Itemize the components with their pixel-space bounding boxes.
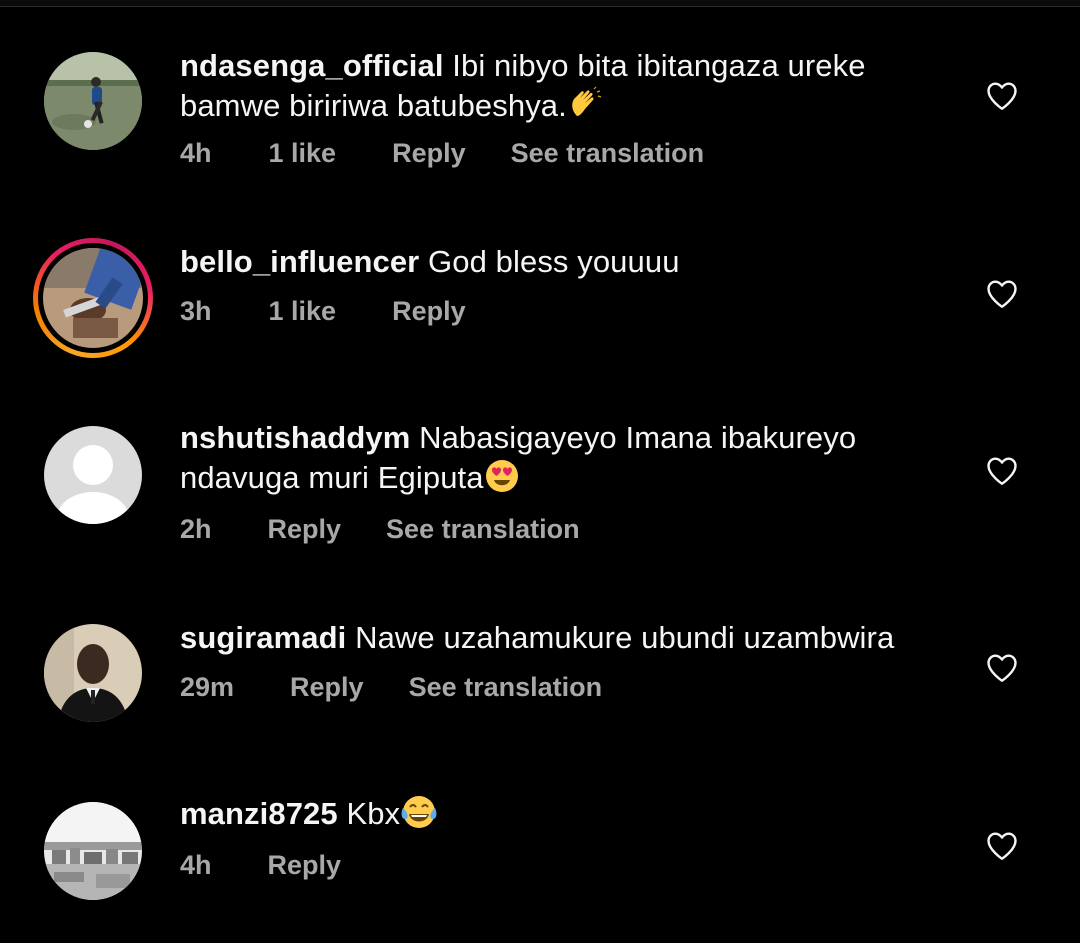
timestamp: 3h bbox=[180, 296, 212, 326]
timestamp: 2h bbox=[180, 514, 212, 544]
timestamp: 4h bbox=[180, 138, 212, 168]
avatar-image bbox=[43, 248, 143, 348]
comment-body: Nawe uzahamukure ubundi uzambwira bbox=[355, 620, 895, 655]
comment-item: manzi8725 Kbx 4h Reply bbox=[0, 760, 1080, 943]
timestamp: 29m bbox=[180, 672, 235, 702]
like-count[interactable]: 1 like bbox=[269, 138, 337, 169]
comment-text: ndasenga_official Ibi nibyo bita ibitang… bbox=[180, 46, 940, 132]
avatar-default[interactable] bbox=[44, 426, 142, 524]
clapping-hand-emoji-icon bbox=[567, 86, 603, 132]
username[interactable]: sugiramadi bbox=[180, 620, 346, 655]
username[interactable]: bello_influencer bbox=[180, 244, 419, 279]
comment-meta: 4h 1 like Reply See translation bbox=[180, 138, 704, 169]
see-translation-button[interactable]: See translation bbox=[409, 672, 603, 703]
see-translation-button[interactable]: See translation bbox=[386, 514, 580, 545]
heart-outline-icon[interactable] bbox=[984, 453, 1020, 489]
comment-body: Kbx bbox=[346, 796, 401, 831]
like-count[interactable]: 1 like bbox=[269, 296, 337, 327]
comment-meta: 29m Reply See translation bbox=[180, 672, 602, 703]
reply-button[interactable]: Reply bbox=[268, 850, 342, 881]
comment-text: manzi8725 Kbx bbox=[180, 794, 940, 840]
default-user-icon bbox=[44, 426, 142, 524]
timestamp: 4h bbox=[180, 850, 212, 880]
comment-text: sugiramadi Nawe uzahamukure ubundi uzamb… bbox=[180, 618, 940, 658]
heart-outline-icon[interactable] bbox=[984, 828, 1020, 864]
comment-meta: 4h Reply bbox=[180, 850, 341, 881]
heart-eyes-emoji-icon bbox=[484, 458, 520, 504]
heart-outline-icon[interactable] bbox=[984, 78, 1020, 114]
heart-outline-icon[interactable] bbox=[984, 650, 1020, 686]
avatar[interactable] bbox=[44, 52, 142, 150]
comment-item: nshutishaddym Nabasigayeyo Imana ibakure… bbox=[0, 380, 1080, 580]
comment-meta: 2h Reply See translation bbox=[180, 514, 580, 545]
reply-button[interactable]: Reply bbox=[392, 138, 466, 169]
comment-item: bello_influencer God bless youuuu 3h 1 l… bbox=[0, 200, 1080, 380]
reply-button[interactable]: Reply bbox=[290, 672, 364, 703]
avatar-image bbox=[44, 52, 142, 150]
avatar[interactable] bbox=[44, 802, 142, 900]
reply-button[interactable]: Reply bbox=[392, 296, 466, 327]
reply-button[interactable]: Reply bbox=[268, 514, 342, 545]
tears-of-joy-emoji-icon bbox=[400, 794, 438, 840]
comment-text: nshutishaddym Nabasigayeyo Imana ibakure… bbox=[180, 418, 940, 504]
avatar-story-ring[interactable] bbox=[33, 238, 153, 358]
comment-item: ndasenga_official Ibi nibyo bita ibitang… bbox=[0, 0, 1080, 200]
comment-body: God bless youuuu bbox=[428, 244, 680, 279]
comment-meta: 3h 1 like Reply bbox=[180, 296, 466, 327]
see-translation-button[interactable]: See translation bbox=[511, 138, 705, 169]
username[interactable]: ndasenga_official bbox=[180, 48, 444, 83]
avatar-image bbox=[44, 802, 142, 900]
avatar[interactable] bbox=[44, 624, 142, 722]
comment-text: bello_influencer God bless youuuu bbox=[180, 242, 940, 282]
avatar-image bbox=[44, 624, 142, 722]
comment-item: sugiramadi Nawe uzahamukure ubundi uzamb… bbox=[0, 580, 1080, 760]
heart-outline-icon[interactable] bbox=[984, 276, 1020, 312]
username[interactable]: nshutishaddym bbox=[180, 420, 410, 455]
username[interactable]: manzi8725 bbox=[180, 796, 338, 831]
